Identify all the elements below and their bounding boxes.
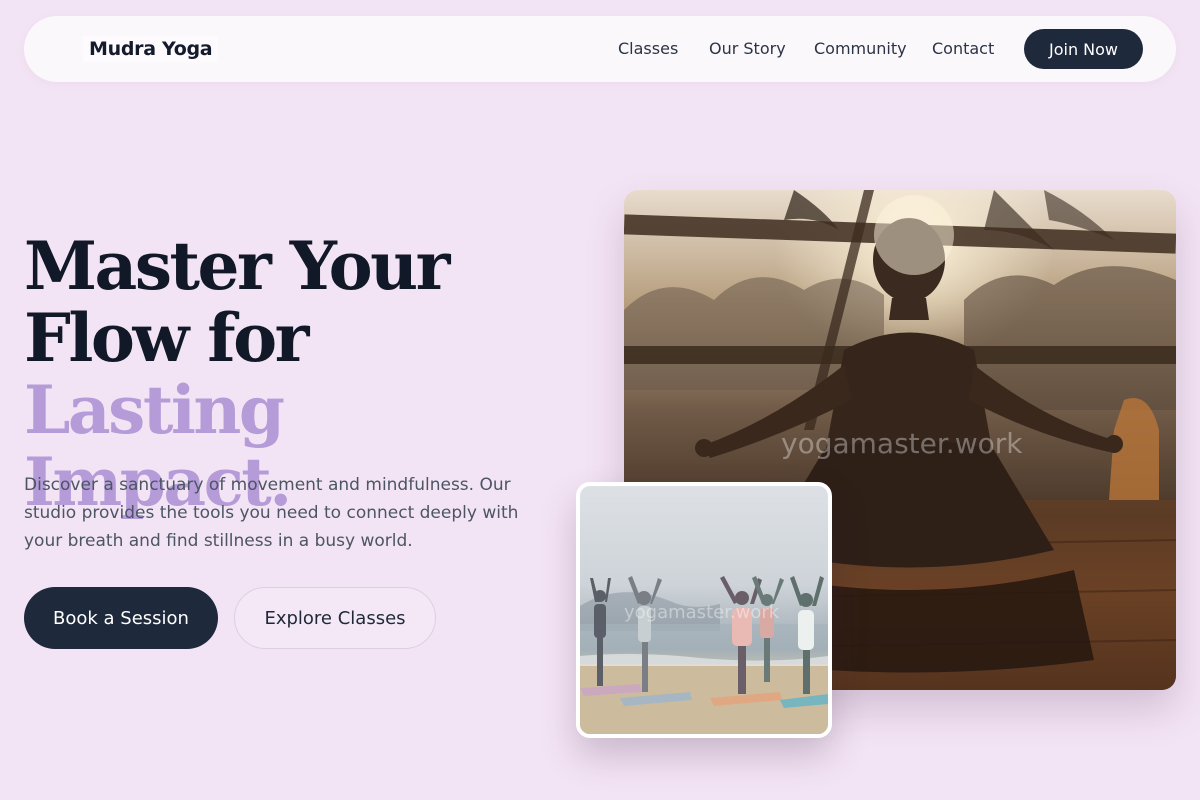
nav-link-our-story[interactable]: Our Story [709,39,786,58]
hero-description: Discover a sanctuary of movement and min… [24,475,519,551]
nav-link-contact[interactable]: Contact [932,39,994,58]
secondary-image-beach-yoga: yogamaster.work [576,482,832,738]
headline-line-2: Flow for [24,299,309,377]
brand-logo[interactable]: Mudra Yoga [83,36,219,62]
book-session-button[interactable]: Book a Session [24,587,218,649]
join-now-button[interactable]: Join Now [1024,29,1143,69]
headline-accent-lasting: Lasting [24,371,285,449]
headline-line-1: Master Your [24,227,450,305]
nav-link-community[interactable]: Community [814,39,907,58]
explore-classes-button[interactable]: Explore Classes [234,587,436,649]
nav-link-classes[interactable]: Classes [618,39,678,58]
image-watermark-secondary: yogamaster.work [624,602,780,623]
navbar: Mudra Yoga Classes Our Story Community C… [24,16,1176,82]
image-watermark: yogamaster.work [781,427,1023,460]
